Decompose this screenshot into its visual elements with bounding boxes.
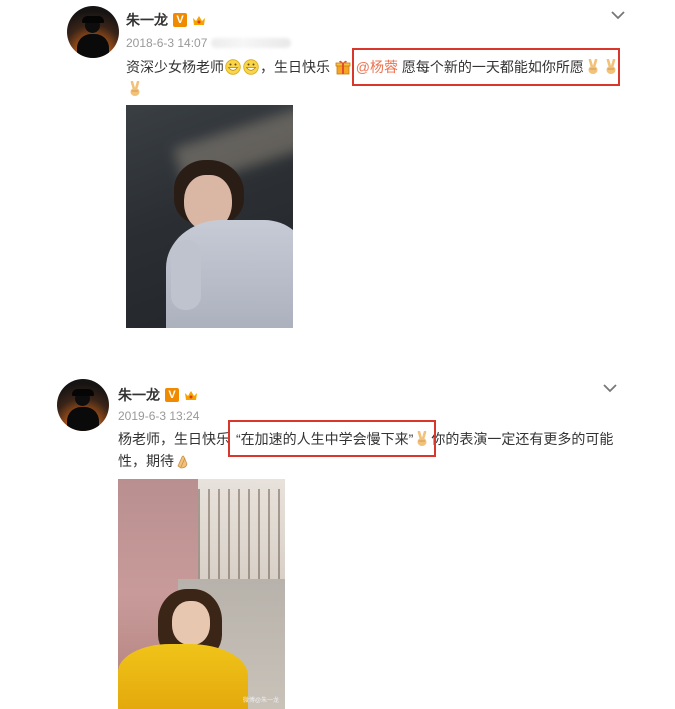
verified-badge-icon: V [165,388,179,402]
author-row: 朱一龙 V [118,385,198,405]
timestamp[interactable]: 2019-6-3 13:24 [118,409,199,423]
post-text: 杨老师，生日快乐 “在加速的人生中学会慢下来” 你的表演一定还有更多的可能 性，期待 [118,431,614,469]
chevron-down-icon[interactable] [603,380,617,393]
post-meta: 2019-6-3 13:24 [118,409,199,423]
weibo-post: 朱一龙 V 2019-6-3 13:24 杨老师，生日快乐 “在加速的人生中学会慢… [0,0,675,709]
username[interactable]: 朱一龙 [118,385,160,405]
photo-watermark: 微博@朱一龙 [242,698,279,704]
post-photo[interactable]: 微博@朱一龙 [118,479,285,709]
clapping-hands-emoji [175,453,191,469]
member-crown-icon [184,389,198,401]
victory-hand-emoji [414,431,430,447]
avatar[interactable] [57,379,109,431]
